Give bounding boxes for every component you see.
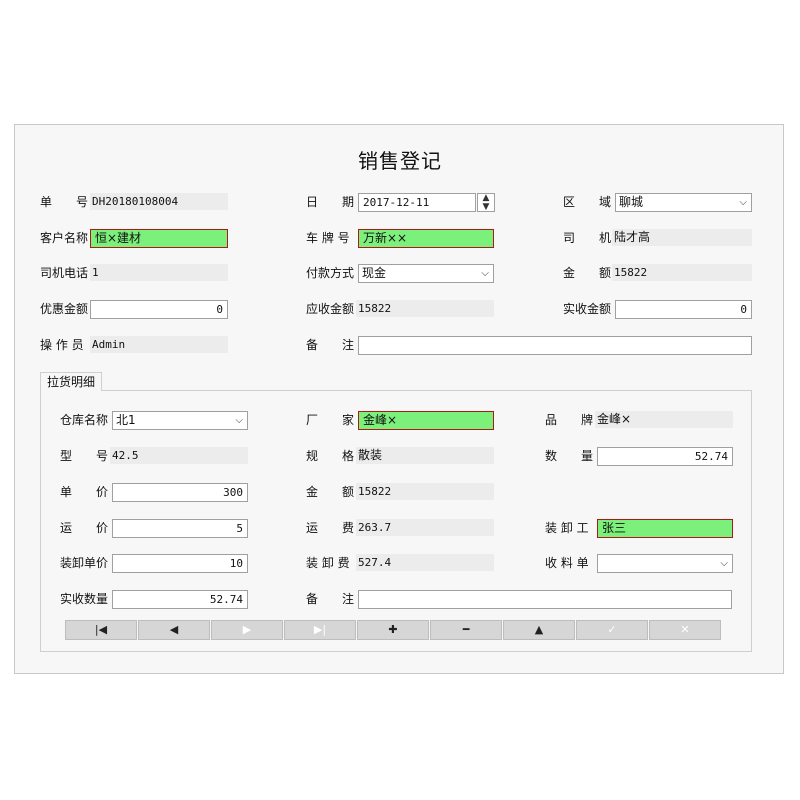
tab-detail[interactable]: 拉货明细 — [40, 372, 102, 391]
received-field[interactable]: 0 — [615, 300, 752, 319]
price-label: 单 价 — [60, 485, 109, 499]
model-label: 型 号 — [60, 449, 109, 463]
add-icon: ✚ — [388, 623, 398, 636]
freight-price-label: 运 价 — [60, 521, 109, 535]
load-fee-value: 527.4 — [356, 554, 494, 571]
up-icon: ▲ — [534, 623, 544, 636]
operator-value: Admin — [90, 336, 228, 353]
nav-confirm-button[interactable]: ✓ — [576, 620, 648, 640]
chevron-down-icon: ⌵ — [235, 415, 243, 426]
warehouse-value: 北1 — [116, 413, 136, 427]
next-icon: ▶ — [242, 623, 252, 636]
pay-method-select[interactable]: 现金 ⌵ — [358, 264, 494, 283]
discount-field[interactable]: 0 — [90, 300, 228, 319]
page-title: 销售登记 — [358, 149, 442, 173]
region-label: 区 域 — [563, 195, 612, 209]
freight-price-field[interactable]: 5 — [112, 519, 248, 538]
remark-field[interactable] — [358, 336, 752, 355]
maker-field[interactable]: 金峰× — [358, 411, 494, 430]
operator-label: 操 作 员 — [40, 338, 84, 352]
amount-label: 金 额 — [563, 266, 612, 280]
freight-label: 运 费 — [306, 521, 355, 535]
warehouse-select[interactable]: 北1 ⌵ — [112, 411, 248, 430]
price-field[interactable]: 300 — [112, 483, 248, 502]
model-value: 42.5 — [110, 447, 248, 464]
warehouse-label: 仓库名称 — [60, 413, 109, 427]
nav-cancel-button[interactable]: ✕ — [649, 620, 721, 640]
customer-label: 客户名称 — [40, 231, 89, 245]
nav-next-button[interactable]: ▶ — [211, 620, 283, 640]
detail-amount-value: 15822 — [356, 483, 494, 500]
amount-value: 15822 — [612, 264, 752, 281]
driver-phone-value: 1 — [90, 264, 228, 281]
load-fee-label: 装 卸 费 — [306, 556, 350, 570]
remark-label: 备 注 — [306, 338, 355, 352]
brand-label: 品 牌 — [545, 413, 594, 427]
loader-field[interactable]: 张三 — [597, 519, 733, 538]
qty-field[interactable]: 52.74 — [597, 447, 733, 466]
order-no-label: 单 号 — [40, 195, 89, 209]
plate-label: 车 牌 号 — [306, 231, 350, 245]
record-navigator: |◀ ◀ ▶ ▶| ✚ ━ ▲ ✓ ✕ — [65, 620, 722, 640]
chevron-down-icon: ⌵ — [739, 197, 747, 208]
driver-value: 陆才高 — [612, 229, 752, 246]
cancel-icon: ✕ — [680, 623, 690, 636]
receipt-label: 收 料 单 — [545, 556, 589, 570]
confirm-icon: ✓ — [607, 623, 617, 636]
nav-last-button[interactable]: ▶| — [284, 620, 356, 640]
region-value: 聊城 — [619, 195, 644, 209]
driver-phone-label: 司机电话 — [40, 266, 89, 280]
receivable-value: 15822 — [356, 300, 494, 317]
detail-remark-field[interactable] — [358, 590, 732, 609]
nav-up-button[interactable]: ▲ — [503, 620, 575, 640]
load-price-label: 装卸单价 — [60, 556, 109, 570]
delete-icon: ━ — [462, 623, 470, 636]
date-label: 日 期 — [306, 195, 355, 209]
actual-qty-label: 实收数量 — [60, 592, 109, 606]
receivable-label: 应收金额 — [306, 302, 355, 316]
first-icon: |◀ — [94, 623, 108, 636]
prev-icon: ◀ — [169, 623, 179, 636]
region-select[interactable]: 聊城 ⌵ — [615, 193, 752, 212]
nav-delete-button[interactable]: ━ — [430, 620, 502, 640]
chevron-down-icon: ⌵ — [720, 558, 728, 569]
receipt-select[interactable]: ⌵ — [597, 554, 733, 573]
detail-amount-label: 金 额 — [306, 485, 355, 499]
nav-first-button[interactable]: |◀ — [65, 620, 137, 640]
spec-value: 散装 — [356, 447, 494, 464]
received-label: 实收金额 — [563, 302, 612, 316]
brand-value: 金峰× — [595, 411, 733, 428]
discount-label: 优惠金额 — [40, 302, 89, 316]
qty-label: 数 量 — [545, 449, 594, 463]
detail-remark-label: 备 注 — [306, 592, 355, 606]
plate-field[interactable]: 万新×× — [358, 229, 494, 248]
spec-label: 规 格 — [306, 449, 355, 463]
nav-prev-button[interactable]: ◀ — [138, 620, 210, 640]
pay-method-value: 现金 — [362, 266, 387, 280]
order-no-value: DH20180108004 — [90, 193, 228, 210]
maker-label: 厂 家 — [306, 413, 355, 427]
actual-qty-field[interactable]: 52.74 — [112, 590, 248, 609]
chevron-down-icon: ⌵ — [481, 268, 489, 279]
loader-label: 装 卸 工 — [545, 521, 589, 535]
freight-value: 263.7 — [356, 519, 494, 536]
customer-field[interactable]: 恒×建材 — [90, 229, 228, 248]
pay-method-label: 付款方式 — [306, 266, 355, 280]
nav-add-button[interactable]: ✚ — [357, 620, 429, 640]
date-picker[interactable]: 2017-12-11 — [358, 193, 476, 212]
load-price-field[interactable]: 10 — [112, 554, 248, 573]
date-spin-icon[interactable]: ▲ ▼ — [477, 193, 495, 212]
driver-label: 司 机 — [563, 231, 612, 245]
last-icon: ▶| — [313, 623, 327, 636]
